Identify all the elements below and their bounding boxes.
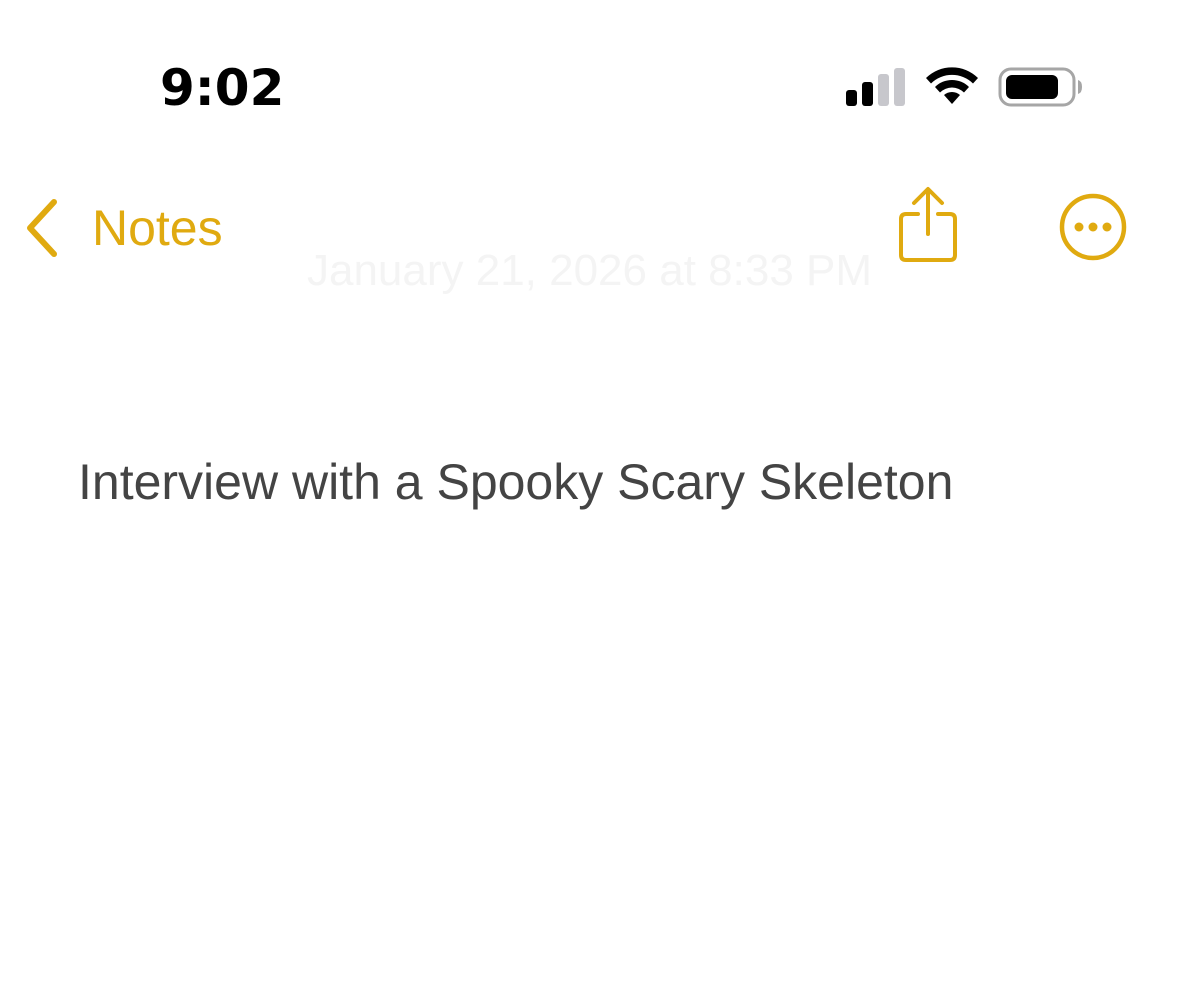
status-bar: 9:02 — [0, 0, 1179, 150]
battery-icon — [998, 67, 1082, 107]
cellular-signal-icon — [846, 68, 905, 106]
share-icon — [899, 187, 957, 262]
more-options-button[interactable] — [1058, 192, 1128, 262]
ellipsis-circle-icon — [1059, 193, 1127, 261]
chevron-left-icon — [27, 199, 57, 257]
back-button-label: Notes — [92, 200, 223, 256]
status-icons — [840, 64, 1090, 112]
wifi-icon — [926, 67, 978, 104]
navigation-bar: January 21, 2026 at 8:33 PM Notes — [0, 170, 1179, 295]
back-button[interactable]: Notes — [20, 188, 223, 268]
status-time: 9:02 — [160, 59, 285, 117]
share-button[interactable] — [894, 186, 962, 266]
note-title[interactable]: Interview with a Spooky Scary Skeleton — [78, 450, 1118, 514]
note-body[interactable]: Interview with a Spooky Scary Skeleton — [78, 450, 1118, 514]
